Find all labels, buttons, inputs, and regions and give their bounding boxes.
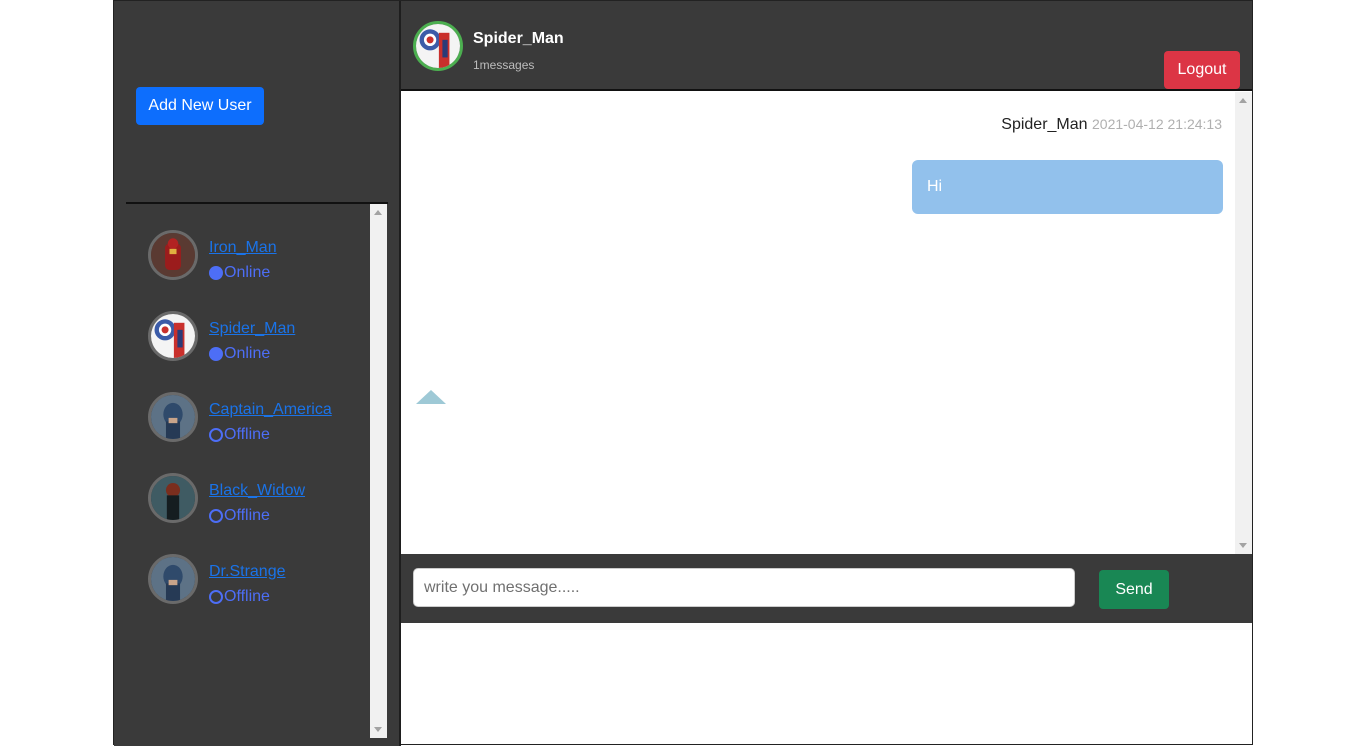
logout-button[interactable]: Logout (1164, 51, 1240, 89)
message-timestamp: 2021-04-12 21:24:13 (1092, 116, 1222, 132)
avatar (148, 392, 198, 442)
user-link[interactable]: Dr.Strange (209, 563, 285, 581)
message-sender: Spider_Man (1001, 116, 1088, 133)
user-item-black-widow[interactable]: Black_Widow Offline (148, 473, 368, 533)
send-button[interactable]: Send (1099, 570, 1169, 609)
message-composer: Send (401, 554, 1252, 623)
status-indicator: Offline (209, 588, 270, 606)
message-input[interactable] (413, 568, 1075, 607)
offline-ring-icon (209, 428, 223, 442)
user-link[interactable]: Spider_Man (209, 320, 295, 338)
user-link[interactable]: Black_Widow (209, 482, 305, 500)
chat-partner-name: Spider_Man (473, 30, 564, 47)
avatar (148, 473, 198, 523)
online-dot-icon (209, 347, 223, 361)
offline-ring-icon (209, 590, 223, 604)
message-scrollbar[interactable] (1235, 92, 1252, 554)
user-link[interactable]: Iron_Man (209, 239, 277, 257)
user-list[interactable]: Iron_Man Online Spider_Man Online Captai… (126, 204, 370, 738)
avatar (148, 230, 198, 280)
chat-app: Add New User Iron_Man Online Spider_Man … (113, 0, 1253, 746)
scroll-down-arrow-icon[interactable] (374, 727, 382, 732)
scroll-to-top-arrow-icon[interactable] (416, 390, 446, 404)
user-item-captain-america[interactable]: Captain_America Offline (148, 392, 368, 452)
offline-ring-icon (209, 509, 223, 523)
user-item-iron-man[interactable]: Iron_Man Online (148, 230, 368, 290)
status-indicator: Online (209, 345, 270, 363)
scroll-down-arrow-icon[interactable] (1239, 543, 1247, 548)
status-indicator: Offline (209, 426, 270, 444)
user-list-container: Iron_Man Online Spider_Man Online Captai… (126, 202, 388, 738)
add-new-user-button[interactable]: Add New User (136, 87, 264, 125)
empty-area (401, 623, 1252, 744)
sidebar: Add New User Iron_Man Online Spider_Man … (114, 1, 401, 746)
message-meta: Spider_Man 2021-04-12 21:24:13 (1001, 116, 1222, 134)
scroll-up-arrow-icon[interactable] (374, 210, 382, 215)
scroll-up-arrow-icon[interactable] (1239, 98, 1247, 103)
message-count: 1messages (473, 58, 535, 72)
avatar (413, 21, 463, 71)
online-dot-icon (209, 266, 223, 280)
user-item-spider-man[interactable]: Spider_Man Online (148, 311, 368, 371)
user-list-scrollbar[interactable] (370, 204, 387, 738)
status-indicator: Offline (209, 507, 270, 525)
message-bubble: Hi (912, 160, 1223, 214)
chat-header: Spider_Man 1messages Logout (401, 1, 1252, 91)
status-indicator: Online (209, 264, 270, 282)
user-link[interactable]: Captain_America (209, 401, 332, 419)
avatar (148, 311, 198, 361)
avatar (148, 554, 198, 604)
message-list[interactable]: Spider_Man 2021-04-12 21:24:13 Hi (401, 92, 1252, 554)
user-item-dr-strange[interactable]: Dr.Strange Offline (148, 554, 368, 614)
